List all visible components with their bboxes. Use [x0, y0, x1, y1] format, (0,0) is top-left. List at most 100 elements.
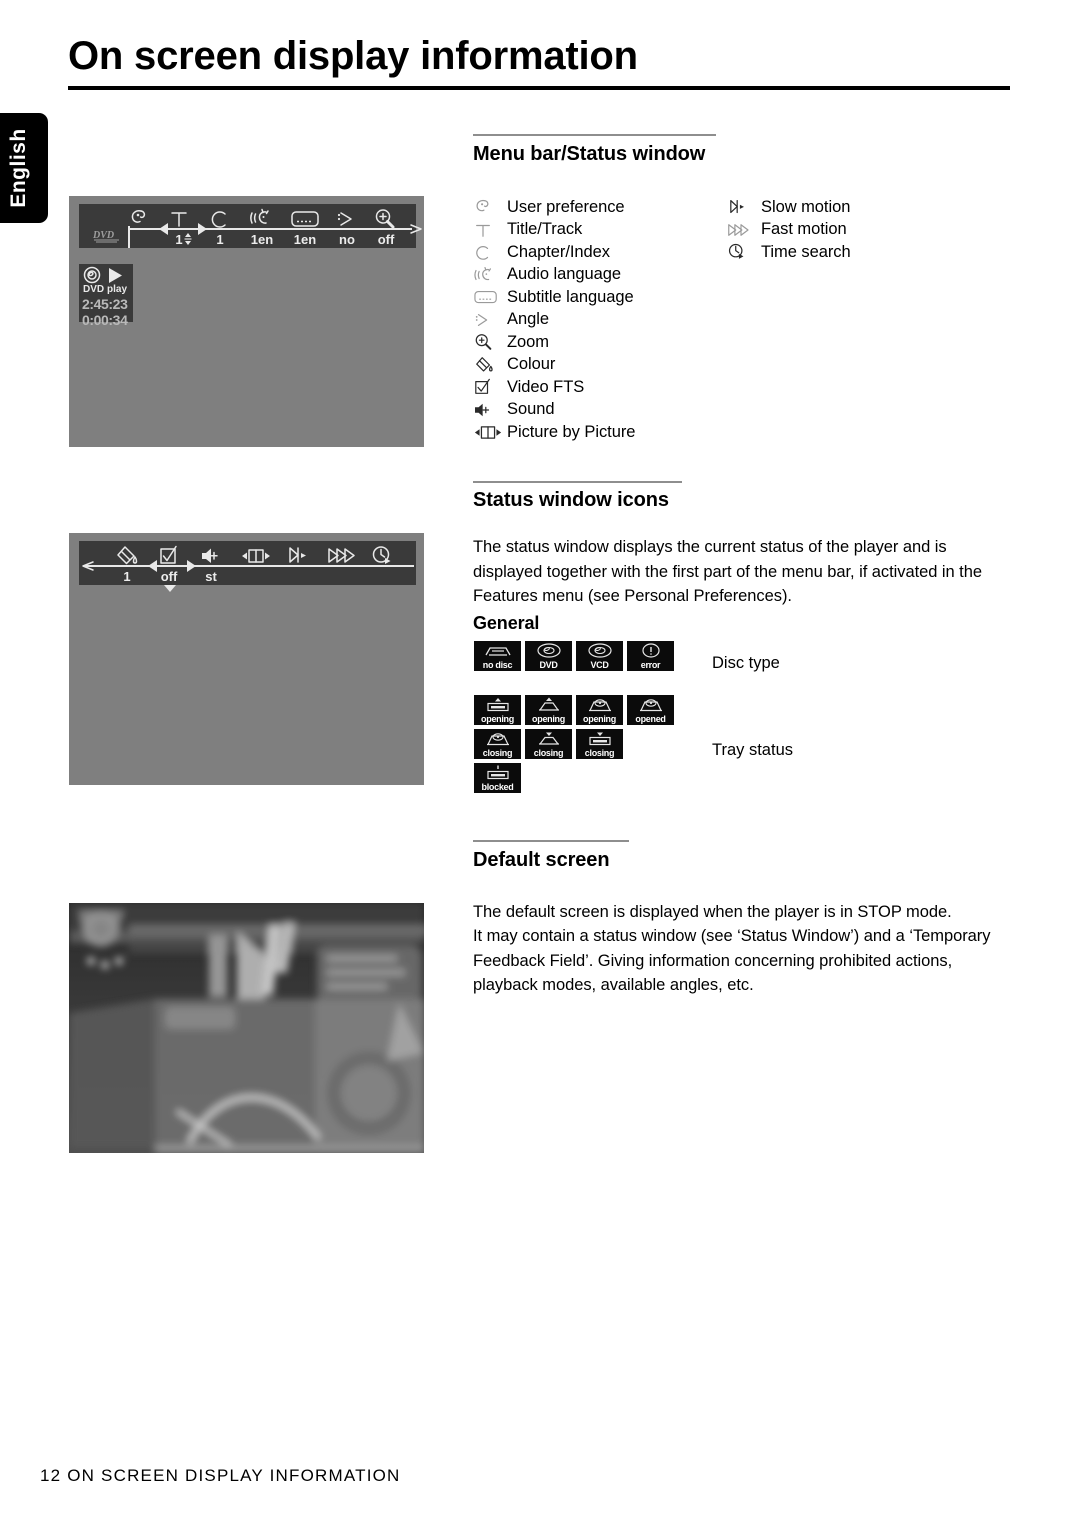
legend-row-user-preference: User preference [473, 196, 635, 219]
tray-closing-3-icon: closing [576, 729, 623, 759]
tray-blocked-icon: blocked [474, 763, 521, 793]
status-play-state-label: play [107, 284, 128, 295]
status-disc-icon [83, 266, 101, 284]
legend-label: Time search [761, 242, 851, 261]
status-elapsed-time: 0:00:34 [82, 312, 128, 328]
default-screen-photo [69, 903, 424, 1153]
status-disc-type-label: DVD [83, 284, 105, 295]
tile-caption: opening [481, 714, 514, 724]
tray-glyph [474, 730, 521, 747]
legend-label: Angle [507, 310, 549, 329]
title-track-icon [473, 221, 507, 239]
menu-bar-icon-list-right: Slow motion Fast motion Time search [727, 196, 851, 264]
status-window: DVD play 2:45:23 0:00:34 [79, 264, 133, 328]
menu-value-subtitle: 1en [293, 232, 317, 247]
tile-caption: DVD [539, 660, 558, 670]
audio-language-icon [250, 208, 269, 224]
legend-label: Subtitle language [507, 287, 634, 306]
zoom-icon [473, 332, 507, 352]
error-glyph [627, 642, 674, 659]
slow-motion-icon [727, 197, 761, 217]
legend-label: User preference [507, 197, 625, 216]
tray-glyph [627, 696, 674, 713]
status-window-section-heading: Status window icons [473, 489, 669, 511]
legend-label: Zoom [507, 332, 549, 351]
tray-glyph [474, 764, 521, 781]
tile-caption: opened [635, 714, 666, 724]
tile-caption: opening [583, 714, 616, 724]
menu-bar-right-arrow-icon [410, 224, 422, 234]
language-tab-label: English [7, 128, 30, 208]
tile-caption: error [640, 660, 661, 670]
second-menu-value-sound: st [205, 569, 217, 584]
tray-glyph [525, 730, 572, 747]
second-menu-selector-right-icon [187, 560, 196, 572]
tile-caption: opening [532, 714, 565, 724]
legend-row-sound: Sound [473, 399, 635, 422]
tile-caption: closing [482, 748, 513, 758]
menu-bar-screen: DVD 1 1 1en 1en no off DVD play 2:45:23 … [69, 196, 424, 447]
menu-bar-icon-list-left: User preference Title/Track Chapter/Inde… [473, 196, 635, 444]
user-preference-icon [473, 198, 507, 216]
second-menu-bar-screen: 1 off st [69, 533, 424, 785]
page-title: On screen display information [68, 34, 638, 78]
time-search-icon [727, 242, 761, 262]
legend-label: Title/Track [507, 220, 583, 239]
menu-bar-section-heading: Menu bar/Status window [473, 143, 706, 165]
picture-by-picture-icon [473, 424, 507, 441]
fast-motion-icon [727, 220, 761, 240]
sound-icon [202, 548, 218, 563]
default-screen-body-line1: The default screen is displayed when the… [473, 903, 952, 921]
fast-motion-icon [328, 548, 355, 563]
tray-opened-icon: opened [627, 695, 674, 725]
menu-selector-right-icon [198, 223, 207, 235]
vcd-disc-glyph [576, 642, 623, 659]
video-fts-icon [473, 378, 507, 396]
vcd-disc-icon: VCD [576, 641, 623, 671]
colour-icon [117, 546, 138, 565]
time-search-icon [372, 546, 391, 564]
legend-label: Colour [507, 355, 556, 374]
menu-value-chapter: 1 [216, 232, 224, 247]
subtitle-language-icon [473, 289, 507, 306]
title-track-icon [171, 212, 187, 227]
default-screen-photo-image [69, 903, 424, 1153]
status-total-time: 2:45:23 [82, 296, 128, 312]
no-disc-glyph [474, 642, 521, 659]
legend-label: Audio language [507, 265, 621, 284]
title-divider [68, 86, 1010, 90]
legend-label: Fast motion [761, 220, 847, 239]
second-menu-value-videofts: off [160, 569, 178, 584]
second-menu-value-colour: 1 [123, 569, 131, 584]
legend-label: Picture by Picture [507, 422, 636, 441]
tile-caption: VCD [590, 660, 609, 670]
tray-closing-2-icon: closing [525, 729, 572, 759]
legend-row-chapter-index: Chapter/Index [473, 241, 635, 264]
tray-opening-1-icon: opening [474, 695, 521, 725]
legend-row-time-search: Time search [727, 241, 851, 264]
default-screen-section-heading: Default screen [473, 849, 610, 871]
legend-label: Video FTS [507, 377, 585, 396]
default-screen-section-divider [473, 840, 629, 842]
sound-icon [473, 401, 507, 419]
chapter-index-icon [473, 243, 507, 261]
zoom-icon [375, 209, 395, 229]
tile-caption: no disc [482, 660, 513, 670]
legend-row-title-track: Title/Track [473, 219, 635, 242]
dvd-disc-glyph [525, 642, 572, 659]
angle-icon [473, 311, 507, 329]
tray-glyph [525, 696, 572, 713]
legend-row-subtitle-language: Subtitle language [473, 286, 635, 309]
tray-glyph [576, 730, 623, 747]
legend-row-slow-motion: Slow motion [727, 196, 851, 219]
dvd-logo-icon: DVD [92, 230, 119, 243]
title-spinner-icon [184, 233, 192, 245]
legend-row-angle: Angle [473, 309, 635, 332]
picture-by-picture-icon [242, 549, 270, 563]
legend-label: Sound [507, 400, 555, 419]
dvd-disc-icon: DVD [525, 641, 572, 671]
tray-status-label: Tray status [712, 741, 793, 759]
menu-bar-section-divider [473, 134, 716, 136]
user-preference-icon [131, 210, 146, 223]
legend-label: Chapter/Index [507, 242, 610, 261]
